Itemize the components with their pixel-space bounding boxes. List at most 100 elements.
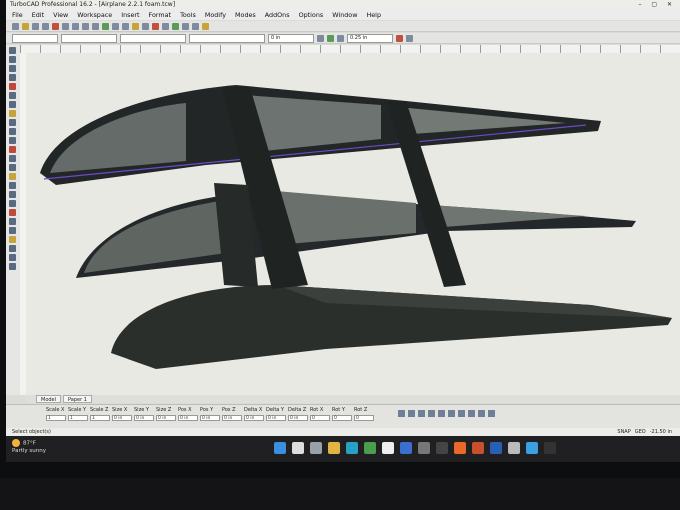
- pen-style-select[interactable]: [120, 33, 186, 43]
- menu-item-addons[interactable]: AddOns: [265, 10, 290, 20]
- rotate-tool-icon[interactable]: [9, 227, 16, 234]
- prop-field-rot-x[interactable]: 0: [310, 415, 330, 421]
- pen-icon[interactable]: [317, 34, 324, 42]
- view-icon[interactable]: [142, 22, 149, 30]
- grid-icon[interactable]: [162, 22, 169, 30]
- color-select[interactable]: [61, 33, 117, 43]
- trim-tool-icon[interactable]: [9, 263, 16, 270]
- prop-field-pos-y[interactable]: 0 in: [200, 415, 220, 421]
- copy-icon[interactable]: [62, 22, 69, 30]
- ellipse-tool-icon[interactable]: [9, 92, 16, 99]
- circle-tool-icon[interactable]: [9, 83, 16, 90]
- boolean-tool-icon[interactable]: [9, 191, 16, 198]
- fill-icon[interactable]: [327, 34, 334, 42]
- brush-select[interactable]: [189, 33, 265, 43]
- menu-item-insert[interactable]: Insert: [121, 10, 139, 20]
- line-width-field[interactable]: 0 in: [268, 33, 314, 43]
- calendar-icon[interactable]: [382, 442, 394, 454]
- box-tool-icon[interactable]: [9, 146, 16, 153]
- redo-icon[interactable]: [92, 22, 99, 30]
- chrome-icon[interactable]: [364, 442, 376, 454]
- menu-item-help[interactable]: Help: [366, 10, 381, 20]
- pan-icon[interactable]: [122, 22, 129, 30]
- lock-icon[interactable]: [458, 410, 465, 417]
- prop-field-pos-z[interactable]: 0 in: [222, 415, 242, 421]
- snap-icon[interactable]: [152, 22, 159, 30]
- ortho-icon[interactable]: [408, 410, 415, 417]
- snap-mode-icon[interactable]: [398, 410, 405, 417]
- render-icon[interactable]: [102, 22, 109, 30]
- paste-icon[interactable]: [72, 22, 79, 30]
- polygon-tool-icon[interactable]: [9, 119, 16, 126]
- c-app-icon[interactable]: [526, 442, 538, 454]
- menu-item-window[interactable]: Window: [332, 10, 357, 20]
- help-icon[interactable]: [202, 22, 209, 30]
- dimension-tool-icon[interactable]: [9, 137, 16, 144]
- menu-item-format[interactable]: Format: [149, 10, 172, 20]
- undo-icon[interactable]: [82, 22, 89, 30]
- powerpoint-icon[interactable]: [472, 442, 484, 454]
- print-icon[interactable]: [42, 22, 49, 30]
- menu-item-modes[interactable]: Modes: [235, 10, 256, 20]
- prop-field-scale-y[interactable]: 1: [68, 415, 88, 421]
- curve-tool-icon[interactable]: [9, 101, 16, 108]
- edge-icon[interactable]: [346, 442, 358, 454]
- search-icon[interactable]: [292, 442, 304, 454]
- menu-item-edit[interactable]: Edit: [32, 10, 44, 20]
- new-file-icon[interactable]: [12, 22, 19, 30]
- window-controls[interactable]: – ▢ ✕: [638, 0, 676, 10]
- prop-field-size-y[interactable]: 0 in: [134, 415, 154, 421]
- options-icon[interactable]: [488, 410, 495, 417]
- zoom-icon[interactable]: [112, 22, 119, 30]
- app-x-icon[interactable]: [418, 442, 430, 454]
- drawing-canvas[interactable]: [26, 53, 680, 395]
- prop-field-size-x[interactable]: 0 in: [112, 415, 132, 421]
- select-tool-icon[interactable]: [9, 47, 16, 54]
- light-icon[interactable]: [182, 22, 189, 30]
- word-icon[interactable]: [490, 442, 502, 454]
- cylinder-tool-icon[interactable]: [9, 164, 16, 171]
- prop-field-delta-y[interactable]: 0 in: [266, 415, 286, 421]
- hatch-icon[interactable]: [337, 34, 344, 42]
- save-icon[interactable]: [32, 22, 39, 30]
- menu-item-options[interactable]: Options: [299, 10, 324, 20]
- chamfer-tool-icon[interactable]: [9, 209, 16, 216]
- menu-item-workspace[interactable]: Workspace: [77, 10, 112, 20]
- menu-item-tools[interactable]: Tools: [180, 10, 196, 20]
- weather-widget[interactable]: 87°F Partly sunny: [12, 439, 46, 455]
- arc-tool-icon[interactable]: [9, 74, 16, 81]
- polyline-tool-icon[interactable]: [9, 65, 16, 72]
- prop-field-delta-z[interactable]: 0 in: [288, 415, 308, 421]
- local-coords-icon[interactable]: [418, 410, 425, 417]
- camera-icon[interactable]: [192, 22, 199, 30]
- firefox-icon[interactable]: [454, 442, 466, 454]
- task-view-icon[interactable]: [310, 442, 322, 454]
- menu-item-view[interactable]: View: [53, 10, 68, 20]
- prop-field-delta-x[interactable]: 0 in: [244, 415, 264, 421]
- fillet-tool-icon[interactable]: [9, 200, 16, 207]
- text-tool-icon[interactable]: [9, 128, 16, 135]
- grid-spacing-field[interactable]: 0.25 in: [347, 33, 393, 43]
- tab-model[interactable]: Model: [36, 395, 62, 403]
- app-dark-icon[interactable]: [436, 442, 448, 454]
- line-tool-icon[interactable]: [9, 56, 16, 63]
- move-tool-icon[interactable]: [9, 218, 16, 225]
- array-tool-icon[interactable]: [9, 254, 16, 261]
- menu-item-modify[interactable]: Modify: [205, 10, 226, 20]
- extrude-tool-icon[interactable]: [9, 173, 16, 180]
- tool-a-icon[interactable]: [396, 34, 403, 42]
- scale-tool-icon[interactable]: [9, 236, 16, 243]
- cut-icon[interactable]: [52, 22, 59, 30]
- world-coords-icon[interactable]: [428, 410, 435, 417]
- cancel-icon[interactable]: [478, 410, 485, 417]
- app-icon[interactable]: [400, 442, 412, 454]
- layer-icon[interactable]: [132, 22, 139, 30]
- settings-icon[interactable]: [508, 442, 520, 454]
- sphere-tool-icon[interactable]: [9, 155, 16, 162]
- terminal-icon[interactable]: [544, 442, 556, 454]
- absolute-icon[interactable]: [448, 410, 455, 417]
- geo-status[interactable]: GEO: [635, 428, 646, 436]
- prop-field-rot-z[interactable]: 0: [354, 415, 374, 421]
- snap-status[interactable]: SNAP: [617, 428, 630, 436]
- revolve-tool-icon[interactable]: [9, 182, 16, 189]
